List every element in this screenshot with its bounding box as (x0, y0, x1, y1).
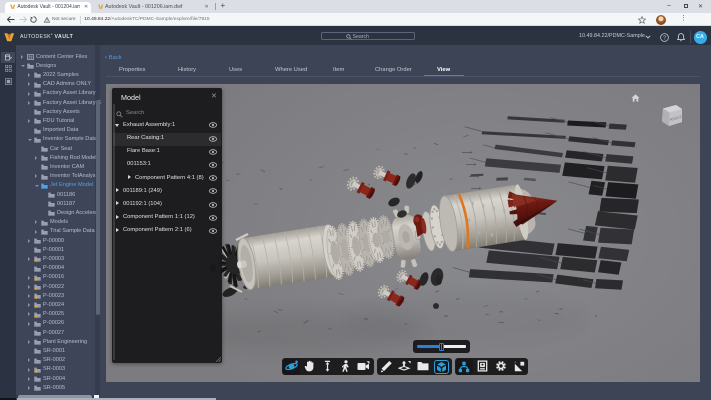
svg-text:?: ? (663, 36, 666, 42)
